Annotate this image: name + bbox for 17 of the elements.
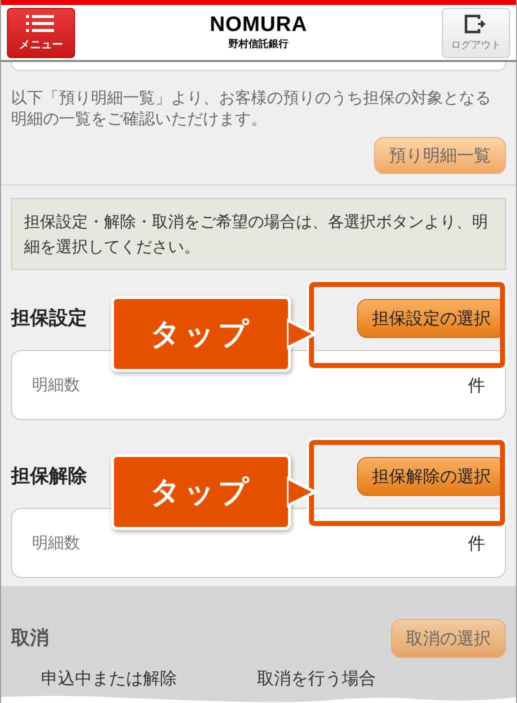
cut-text: 申込中または解除: [41, 668, 177, 690]
notice-box: 担保設定・解除・取消をご希望の場合は、各選択ボタンより、明細を選択してください。: [11, 198, 506, 270]
brand-logo: NOMURA: [210, 14, 308, 35]
exit-icon: [464, 14, 488, 34]
logout-button[interactable]: ログアウト: [442, 8, 510, 58]
callout-label: タップ: [111, 296, 291, 372]
section-title: 担保解除: [11, 464, 87, 489]
section-title: 取消: [11, 626, 49, 651]
menu-button[interactable]: メニュー: [7, 8, 75, 58]
brand-subtitle: 野村信託銀行: [228, 38, 288, 51]
menu-icon: [26, 14, 56, 34]
intro-text: 以下「預り明細一覧」より、お客様の預りのうち担保の対象となる明細の一覧をご確認いただけます。: [11, 87, 492, 129]
cut-text: 取消を行う場合: [257, 668, 376, 690]
section-title: 担保設定: [11, 306, 87, 331]
holdings-list-button[interactable]: 預り明細一覧: [374, 137, 506, 174]
callout-label: タップ: [111, 454, 291, 530]
select-button[interactable]: 取消の選択: [391, 618, 506, 658]
